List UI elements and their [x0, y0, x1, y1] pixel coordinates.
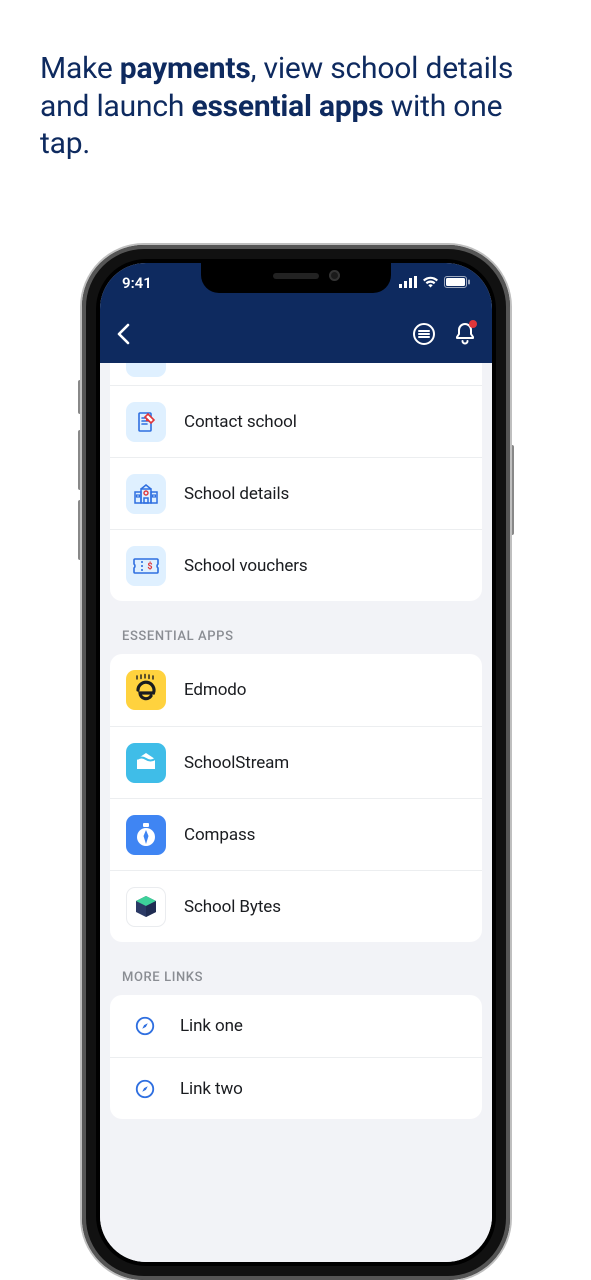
phone-screen: 9:41 — [100, 263, 492, 1262]
list-item-label: SchoolStream — [184, 753, 289, 773]
list-item-label: Edmodo — [184, 680, 246, 700]
list-item-label: Link one — [180, 1016, 243, 1036]
list-item-edmodo[interactable]: Edmodo — [110, 654, 482, 726]
link-compass-icon — [130, 1011, 160, 1041]
list-item-contact-school[interactable]: Contact school — [110, 385, 482, 457]
compass-icon — [126, 815, 166, 855]
school-actions-card: Contact school School details $ School v… — [110, 363, 482, 601]
wifi-icon — [422, 274, 439, 292]
list-item-school-details[interactable]: School details — [110, 457, 482, 529]
list-item-label: School Bytes — [184, 897, 281, 917]
notifications-button[interactable] — [454, 322, 476, 346]
phone-side-button — [510, 445, 514, 535]
list-item-school-bytes[interactable]: School Bytes — [110, 870, 482, 942]
list-item-compass[interactable]: Compass — [110, 798, 482, 870]
contact-icon — [126, 402, 166, 442]
list-item-label: School vouchers — [184, 556, 308, 576]
marketing-headline: Make payments, view school details and l… — [40, 50, 551, 163]
status-time: 9:41 — [122, 274, 152, 292]
menu-icon[interactable] — [412, 322, 436, 346]
notification-dot-icon — [469, 320, 477, 328]
list-item-school-vouchers[interactable]: $ School vouchers — [110, 529, 482, 601]
list-item-link-one[interactable]: Link one — [110, 995, 482, 1057]
schoolstream-icon — [126, 743, 166, 783]
section-header-essential-apps: ESSENTIAL APPS — [122, 629, 470, 644]
signal-icon — [399, 274, 417, 292]
battery-icon — [444, 274, 470, 292]
essential-apps-card: Edmodo SchoolStream Compass — [110, 654, 482, 942]
more-links-card: Link one Link two — [110, 995, 482, 1119]
phone-frame: 9:41 — [82, 245, 510, 1280]
schoolbytes-icon — [126, 887, 166, 927]
list-item[interactable] — [110, 363, 482, 385]
scroll-content[interactable]: Contact school School details $ School v… — [100, 363, 492, 1262]
section-header-more-links: MORE LINKS — [122, 970, 470, 985]
link-compass-icon — [130, 1074, 160, 1104]
list-item-icon — [126, 363, 166, 377]
list-item-label: School details — [184, 484, 289, 504]
svg-text:$: $ — [147, 561, 152, 572]
list-item-label: Contact school — [184, 412, 297, 432]
back-button[interactable] — [116, 323, 130, 345]
list-item-label: Compass — [184, 825, 255, 845]
edmodo-icon — [126, 670, 166, 710]
phone-notch — [201, 263, 391, 293]
school-icon — [126, 474, 166, 514]
list-item-label: Link two — [180, 1079, 243, 1099]
list-item-link-two[interactable]: Link two — [110, 1057, 482, 1119]
list-item-schoolstream[interactable]: SchoolStream — [110, 726, 482, 798]
voucher-icon: $ — [126, 546, 166, 586]
